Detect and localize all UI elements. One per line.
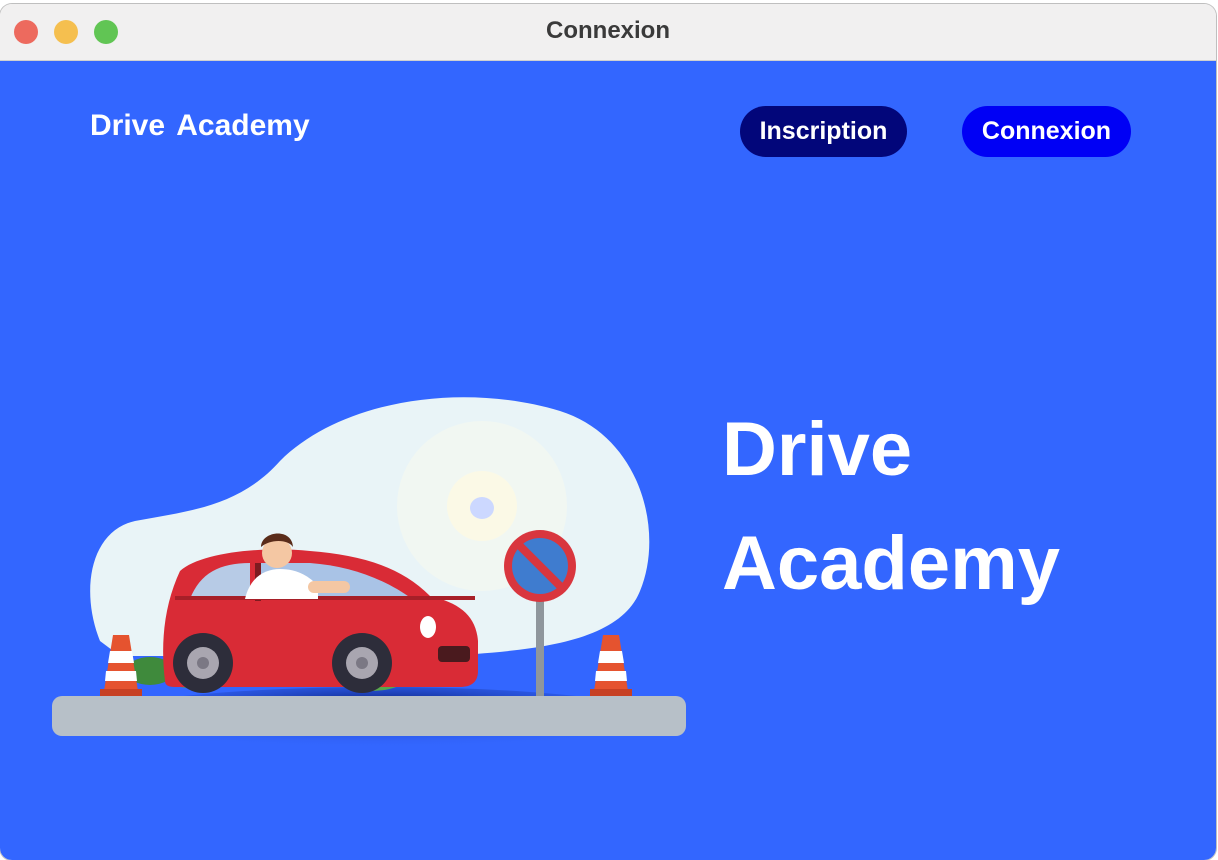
hero-title-line2: Academy (722, 521, 1060, 606)
brand-logo-text: Drive Academy (90, 109, 310, 142)
traffic-cone-icon (590, 635, 632, 697)
connexion-button[interactable]: Connexion (962, 106, 1131, 157)
inscription-button[interactable]: Inscription (740, 106, 907, 157)
headlight (420, 616, 436, 638)
app-window: Connexion Drive Academy Inscription Conn… (0, 4, 1216, 860)
hero-title-line1: Drive (722, 407, 913, 492)
hero-title: Drive Academy (722, 393, 1060, 621)
title-bar: Connexion (0, 4, 1216, 61)
main-content: Drive Academy Inscription Connexion Driv… (0, 61, 1216, 860)
road (52, 696, 686, 736)
car-driving-school-illustration (52, 397, 686, 751)
window-title: Connexion (546, 17, 670, 44)
